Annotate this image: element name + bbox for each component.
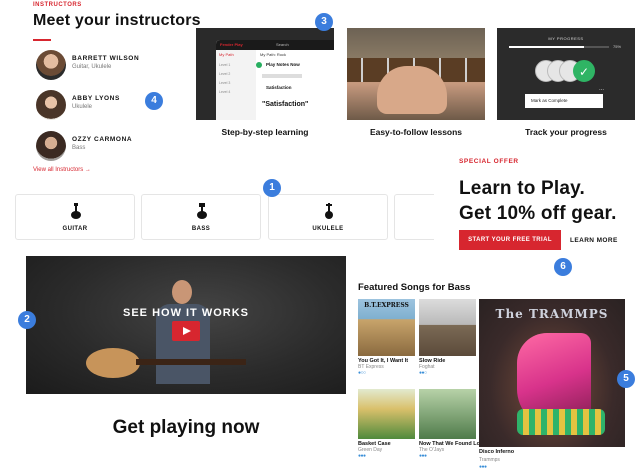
instructor-instruments: Ukulele [72,104,93,110]
acoustic-guitar [86,348,246,378]
how-it-works-video[interactable]: SEE HOW IT WORKS [26,256,346,394]
play-icon[interactable] [172,321,200,341]
instructor-name: BARRETT WILSON [72,55,140,62]
marker-3: 3 [315,13,333,31]
app-logo: Fender Play [220,42,243,47]
album-cover-large[interactable]: The TRAMMPS [479,299,625,447]
title-underline [33,39,51,41]
app-sidebar: My Path Level 1 Level 2 Level 3 Level 4 [216,50,256,120]
album-cover [358,389,415,439]
album-cover [419,389,476,439]
progress-percent: 75% [613,44,622,49]
fret [361,58,363,82]
avatar [36,131,66,161]
progress-label: MY PROGRESS [548,36,584,41]
learn-more-link[interactable]: LEARN MORE [570,237,618,244]
instructor-instruments: Guitar, Ukulele [72,64,112,70]
album-cover-text: B.T.EXPRESS [364,302,409,309]
instrument-label: GUITAR [62,226,88,232]
app-search: Search [276,42,289,47]
app-sidebar-item: Level 4 [219,90,231,94]
marker-4: 4 [145,92,163,110]
electric-guitar-icon [68,203,84,219]
album-cover [419,299,476,356]
instructor-name: ABBY LYONS [72,95,120,102]
app-sidebar-item: My Path [219,52,234,57]
song-artist: Trammps [479,457,500,463]
check-icon [256,62,262,68]
feature-caption-step-by-step: Step-by-step learning [221,127,309,137]
app-sidebar-item: Level 1 [219,63,231,67]
difficulty-icon: ●●○ [419,370,427,376]
marker-2: 2 [18,311,36,329]
instructors-title: Meet your instructors [33,12,201,29]
instrument-label: UKULELE [312,226,344,232]
difficulty-icon: ●●● [479,464,487,470]
guitar-body [86,348,140,378]
start-free-trial-button[interactable]: START YOUR FREE TRIAL [459,230,561,250]
instrument-tile-ukulele[interactable]: UKULELE [268,194,388,240]
progress-bar [509,46,609,48]
app-screenshot: Fender Play Search My Path Level 1 Level… [216,40,334,120]
instrument-tile-bass[interactable]: BASS [141,194,261,240]
marker-1: 1 [263,179,281,197]
difficulty-icon: ●○○ [358,370,366,376]
difficulty-icon: ●●● [419,453,427,459]
instrument-tile-partial[interactable] [394,194,434,240]
feature-image-progress: MY PROGRESS 75% ✓ ... Mark as Complete [497,28,635,120]
offer-headline-1: Learn to Play. [459,178,585,199]
marker-6: 6 [554,258,572,276]
avatar [36,90,66,120]
guitarist-head [172,280,192,304]
album-cover: B.T.EXPRESS [358,299,415,356]
view-all-instructors-link[interactable]: View all Instructors → [33,167,91,173]
app-sidebar-item: Level 2 [219,72,231,76]
feature-image-lessons [347,28,485,120]
platform-sole-art [517,409,605,435]
lesson-item: Satisfaction [266,85,292,90]
hand [377,66,447,114]
guitar-neck [136,359,246,365]
lesson-item: "Satisfaction" [262,101,309,108]
avatar [36,50,66,80]
feature-caption-lessons: Easy-to-follow lessons [369,127,463,137]
ukulele-icon [321,203,337,219]
song-title: Disco Inferno [479,449,515,455]
instructor-name: OZZY CARMONA [72,136,133,143]
mark-complete-button: Mark as Complete [525,94,603,108]
instructor-instruments: Bass [72,145,86,151]
instructor-barrett-wilson[interactable]: BARRETT WILSON Guitar, Ukulele [36,50,176,84]
progress-bar-fill [509,46,584,48]
app-path-header: My Path: Rock [260,52,287,57]
app-sidebar-item: Level 3 [219,81,231,85]
song-card[interactable]: B.T.EXPRESS You Got It, I Want It BT Exp… [358,299,415,376]
instructors-eyebrow: INSTRUCTORS [33,2,82,8]
video-title: SEE HOW IT WORKS [123,307,249,319]
app-header: Fender Play Search [216,40,334,50]
get-playing-heading: Get playing now [112,417,260,438]
lesson-item: Play Notes Now [266,62,300,67]
check-icon: ✓ [573,60,595,82]
instructor-ozzy-carmona[interactable]: OZZY CARMONA Bass [36,131,176,165]
instrument-label: BASS [191,226,211,232]
instrument-tile-guitar[interactable]: GUITAR [15,194,135,240]
difficulty-icon: ●●● [358,453,366,459]
song-card[interactable]: Slow Ride Foghat ●●○ [419,299,476,376]
song-card[interactable]: Basket Case Green Day ●●● [358,389,415,459]
offer-headline-2: Get 10% off gear. [459,203,617,224]
feature-caption-progress: Track your progress [525,127,607,137]
marker-5: 5 [617,370,635,388]
more-menu-icon: ... [599,86,605,92]
progress-row [262,74,302,78]
song-card[interactable]: Now That We Found Love The O'Jays ●●● [419,389,486,459]
fret [465,58,467,82]
bass-guitar-icon [194,203,210,219]
featured-songs-title: Featured Songs for Bass [358,282,471,293]
album-cover-text: The TRAMMPS [495,307,609,321]
offer-eyebrow: SPECIAL OFFER [459,158,519,165]
feature-image-step-by-step: Fender Play Search My Path Level 1 Level… [196,28,334,120]
